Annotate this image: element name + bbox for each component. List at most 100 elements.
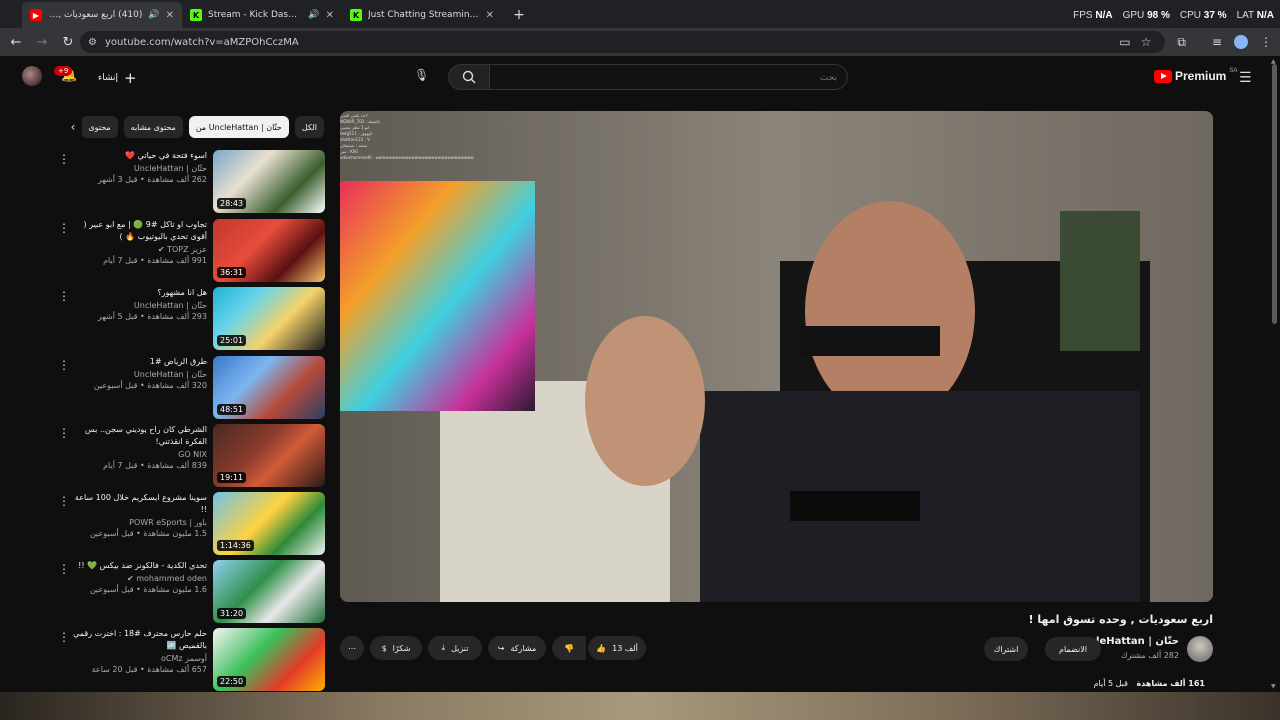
address-bar[interactable]: ⚙ youtube.com/watch?v=aMZPOhCczMA (80, 31, 1165, 53)
youtube-header: إنشاء + 🔔 🎙 Premium SA ☰ (0, 56, 1280, 96)
more-actions-icon[interactable]: ⋮ (58, 426, 70, 440)
video-thumbnail[interactable]: 28:43 (213, 150, 325, 213)
chip-from-channel[interactable]: من UncleHattan | حتّان (188, 116, 289, 138)
channel-name[interactable]: أوسمز oCMz (67, 654, 207, 663)
description-summary[interactable]: 161 ألف مشاهدة قبل 5 أيام (1094, 679, 1205, 688)
video-thumbnail[interactable]: 1:14:36 (213, 492, 325, 555)
video-thumbnail[interactable]: 48:51 (213, 356, 325, 419)
video-player[interactable]: لاحد ياشي الشي NGNAR_702 : بالشيلة ابو 1… (340, 111, 1213, 602)
recommendation-item[interactable]: 36:31 تجاوب او تاكل #9 🟢 | مع ابو عبير (… (50, 219, 325, 283)
chat-line: adamhammod6 : wwwwwwwwwwwwwwwwwwwwwwwwww… (340, 155, 474, 160)
more-actions-icon[interactable]: ⋮ (58, 494, 70, 508)
bookmark-star-icon[interactable]: ☆ (1141, 35, 1152, 49)
video-thumbnail[interactable]: 19:11 (213, 424, 325, 487)
channel-name[interactable]: حتّان | UncleHattan (67, 370, 207, 379)
video-title[interactable]: سوينا مشروع ايسكريم خلال 100 ساعة !! (67, 492, 207, 516)
video-duration: 48:51 (217, 404, 247, 415)
recommendation-item[interactable]: 19:11 الشرطي كان راح يوديني سجن.. بس الف… (50, 424, 325, 488)
more-actions-icon[interactable]: ⋮ (58, 221, 70, 235)
recommendation-item[interactable]: 1:14:36 سوينا مشروع ايسكريم خلال 100 ساع… (50, 492, 325, 556)
join-button[interactable]: الانضمام (1045, 637, 1101, 661)
browser-toolbar: ← → ↻ ⚙ youtube.com/watch?v=aMZPOhCczMA … (0, 28, 1280, 56)
gpu-label: GPU (1122, 10, 1145, 21)
recommendation-item[interactable]: 25:01 هل انا مشهور؟ حتّان | UncleHattan … (50, 287, 325, 351)
create-button[interactable]: إنشاء + (98, 69, 137, 87)
site-info-icon[interactable]: ⚙ (88, 37, 97, 48)
dislike-button[interactable]: 👎 (552, 636, 586, 660)
chip-content[interactable]: محتوى (81, 116, 118, 138)
more-actions-button[interactable]: ⋯ (340, 636, 364, 660)
video-thumbnail[interactable]: 31:20 (213, 560, 325, 623)
search-icon (462, 70, 476, 84)
recommendation-item[interactable]: 28:43 اسوء فتحة في حياتي ❤️ حتّان | Uncl… (50, 150, 325, 214)
download-button[interactable]: ⤓ تنزيل (428, 636, 482, 660)
chips-scroll-left-icon[interactable]: ‹ (64, 118, 82, 136)
page-scrollbar-thumb[interactable] (1272, 64, 1277, 324)
forward-icon[interactable]: → (30, 30, 54, 54)
video-meta: 657 ألف مشاهدة • قبل 20 ساعة (91, 665, 207, 674)
video-thumbnail[interactable]: 36:31 (213, 219, 325, 282)
video-thumbnail[interactable]: 22:50 (213, 628, 325, 691)
video-frame (340, 111, 1213, 602)
video-title[interactable]: طرق الرياض #1 (67, 356, 207, 368)
close-tab-icon[interactable]: ✕ (326, 10, 334, 21)
more-actions-icon[interactable]: ⋮ (58, 358, 70, 372)
back-icon[interactable]: ← (4, 30, 28, 54)
more-actions-icon[interactable]: ⋮ (58, 152, 70, 166)
chip-related[interactable]: محتوى مشابه (123, 116, 183, 138)
recommendation-item[interactable]: 31:20 تحدي الكدية - فالكونز ضد بيكس 💚 !!… (50, 560, 325, 624)
search-button[interactable] (448, 64, 490, 90)
thanks-label: شكرًا (392, 643, 411, 653)
channel-name[interactable]: mohammed oden ✔ (67, 574, 207, 583)
video-thumbnail[interactable]: 25:01 (213, 287, 325, 350)
new-tab-button[interactable]: + (508, 4, 530, 26)
video-title[interactable]: الشرطي كان راح يوديني سجن.. بس الفكرة ان… (67, 424, 207, 448)
video-meta: 991 ألف مشاهدة • قبل 7 أيام (103, 256, 207, 265)
video-title[interactable]: تحدي الكدية - فالكونز ضد بيكس 💚 !! (67, 560, 207, 572)
recommendation-item[interactable]: 22:50 حلم حارس محترف #18 : اخترت رقمي با… (50, 628, 325, 692)
video-title[interactable]: تجاوب او تاكل #9 🟢 | مع ابو عبير ( أقوى … (67, 219, 207, 243)
channel-name[interactable]: باور | POWR eSports (67, 518, 207, 527)
speaker-icon[interactable]: 🔊 (308, 10, 319, 20)
scroll-down-arrow-icon[interactable]: ▼ (1271, 683, 1276, 690)
more-actions-icon[interactable]: ⋮ (58, 562, 70, 576)
cast-icon[interactable]: ▭ (1119, 35, 1130, 49)
video-title[interactable]: اسوء فتحة في حياتي ❤️ (67, 150, 207, 162)
youtube-premium-logo[interactable]: Premium SA (1154, 68, 1237, 83)
channel-name[interactable]: حتّان | UncleHattan (67, 164, 207, 173)
recommendation-item[interactable]: 48:51 طرق الرياض #1 حتّان | UncleHattan … (50, 356, 325, 420)
channel-name[interactable]: حتّان | UncleHattan (67, 301, 207, 310)
voice-search-mic-icon[interactable]: 🎙 (414, 68, 429, 82)
search-input[interactable] (490, 64, 848, 90)
guide-menu-icon[interactable]: ☰ (1239, 70, 1252, 86)
more-actions-icon[interactable]: ⋮ (58, 289, 70, 303)
browser-tab-kick-dashboard[interactable]: K Stream - Kick Dashboard 🔊 ✕ (182, 2, 342, 28)
close-tab-icon[interactable]: ✕ (486, 10, 494, 21)
account-avatar[interactable] (22, 66, 42, 86)
chip-all[interactable]: الكل (294, 116, 324, 138)
channel-name[interactable]: عزيز TOPZ ✔ (67, 245, 207, 254)
browser-tab-kick-live[interactable]: K Just Chatting Streaming - Live ✕ (342, 2, 502, 28)
share-button[interactable]: ↪ مشاركة (488, 636, 546, 660)
browser-tab-youtube[interactable]: ▶ (410) اربع سعوديات , وحده تسوق امها ! … (22, 2, 182, 28)
video-duration: 36:31 (217, 267, 247, 278)
extensions-icon[interactable]: ⧉ (1177, 35, 1186, 50)
speaker-icon[interactable]: 🔊 (148, 10, 159, 20)
close-tab-icon[interactable]: ✕ (166, 10, 174, 21)
join-label: الانضمام (1059, 644, 1087, 654)
more-actions-icon[interactable]: ⋮ (58, 630, 70, 644)
channel-avatar[interactable] (1187, 636, 1213, 662)
like-button[interactable]: 👍 13 ألف (588, 636, 646, 660)
video-title[interactable]: هل انا مشهور؟ (67, 287, 207, 299)
browser-menu-icon[interactable]: ⋮ (1260, 35, 1272, 49)
channel-name[interactable]: GO NIX (67, 450, 207, 459)
view-count: 161 ألف مشاهدة (1136, 679, 1205, 688)
profile-avatar-icon[interactable] (1234, 35, 1248, 49)
video-duration: 28:43 (217, 198, 247, 209)
reload-icon[interactable]: ↻ (56, 30, 80, 54)
video-title[interactable]: حلم حارس محترف #18 : اخترت رقمي بالقميص … (67, 628, 207, 652)
media-controls-icon[interactable]: ≡ (1212, 35, 1222, 49)
subscribe-button[interactable]: اشتراك (984, 637, 1028, 661)
thanks-button[interactable]: $ شكرًا (370, 636, 422, 660)
video-meta: 293 ألف مشاهدة • قبل 5 أشهر (97, 312, 207, 321)
